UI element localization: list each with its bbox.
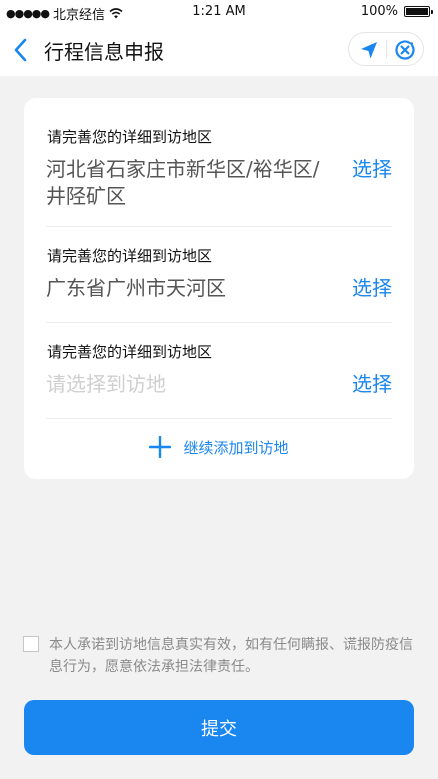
submit-label: 提交 <box>201 718 237 740</box>
region-value: 广东省广州市天河区 <box>46 276 226 300</box>
divider <box>46 418 392 419</box>
location-arrow-icon <box>361 42 377 59</box>
region-label: 请完善您的详细到访地区 <box>47 128 213 146</box>
divider <box>46 322 392 323</box>
region-value: 河北省石家庄市新华区/裕华区/井陉矿区 <box>46 157 320 208</box>
region-row-1: 请完善您的详细到访地区 河北省石家庄市新华区/裕华区/井陉矿区 选择 <box>46 126 392 216</box>
status-right: 100% <box>360 4 433 19</box>
region-placeholder[interactable]: 请选择到访地 <box>46 371 331 398</box>
add-destination-label: 继续添加到访地 <box>183 438 289 457</box>
battery-percent: 100% <box>360 4 398 19</box>
region-label: 请完善您的详细到访地区 <box>47 247 213 265</box>
divider <box>46 226 392 227</box>
location-button[interactable] <box>358 39 380 61</box>
nav-bar: 行程信息申报 <box>0 24 438 76</box>
select-region-button[interactable]: 选择 <box>352 371 392 398</box>
chevron-left-icon <box>14 38 27 62</box>
add-destination-button[interactable]: 继续添加到访地 <box>24 428 414 466</box>
region-row-3: 请完善您的详细到访地区 请选择到访地 选择 <box>46 341 392 401</box>
status-bar: ●●●●● 北京经信 1:21 AM 100% <box>0 0 438 24</box>
close-mini-program-button[interactable] <box>394 39 416 61</box>
battery-icon <box>404 6 433 17</box>
select-region-button[interactable]: 选择 <box>352 275 392 302</box>
plus-icon <box>149 436 172 458</box>
close-circle-icon <box>395 40 415 60</box>
agreement-text: 本人承诺到访地信息真实有效，如有任何瞒报、谎报防疫信息行为，愿意依法承担法律责任… <box>49 637 413 675</box>
mini-program-capsule <box>348 32 424 66</box>
region-row-2: 请完善您的详细到访地区 广东省广州市天河区 选择 <box>46 245 392 305</box>
select-region-button[interactable]: 选择 <box>352 156 392 183</box>
battery-level-fill <box>406 8 428 15</box>
region-label: 请完善您的详细到访地区 <box>47 343 213 361</box>
page-title: 行程信息申报 <box>44 40 164 64</box>
submit-button[interactable]: 提交 <box>24 700 414 755</box>
capsule-divider <box>386 40 387 58</box>
back-button[interactable] <box>10 36 34 64</box>
agreement-checkbox[interactable] <box>23 636 39 652</box>
region-card: 请完善您的详细到访地区 河北省石家庄市新华区/裕华区/井陉矿区 选择 请完善您的… <box>24 98 414 479</box>
